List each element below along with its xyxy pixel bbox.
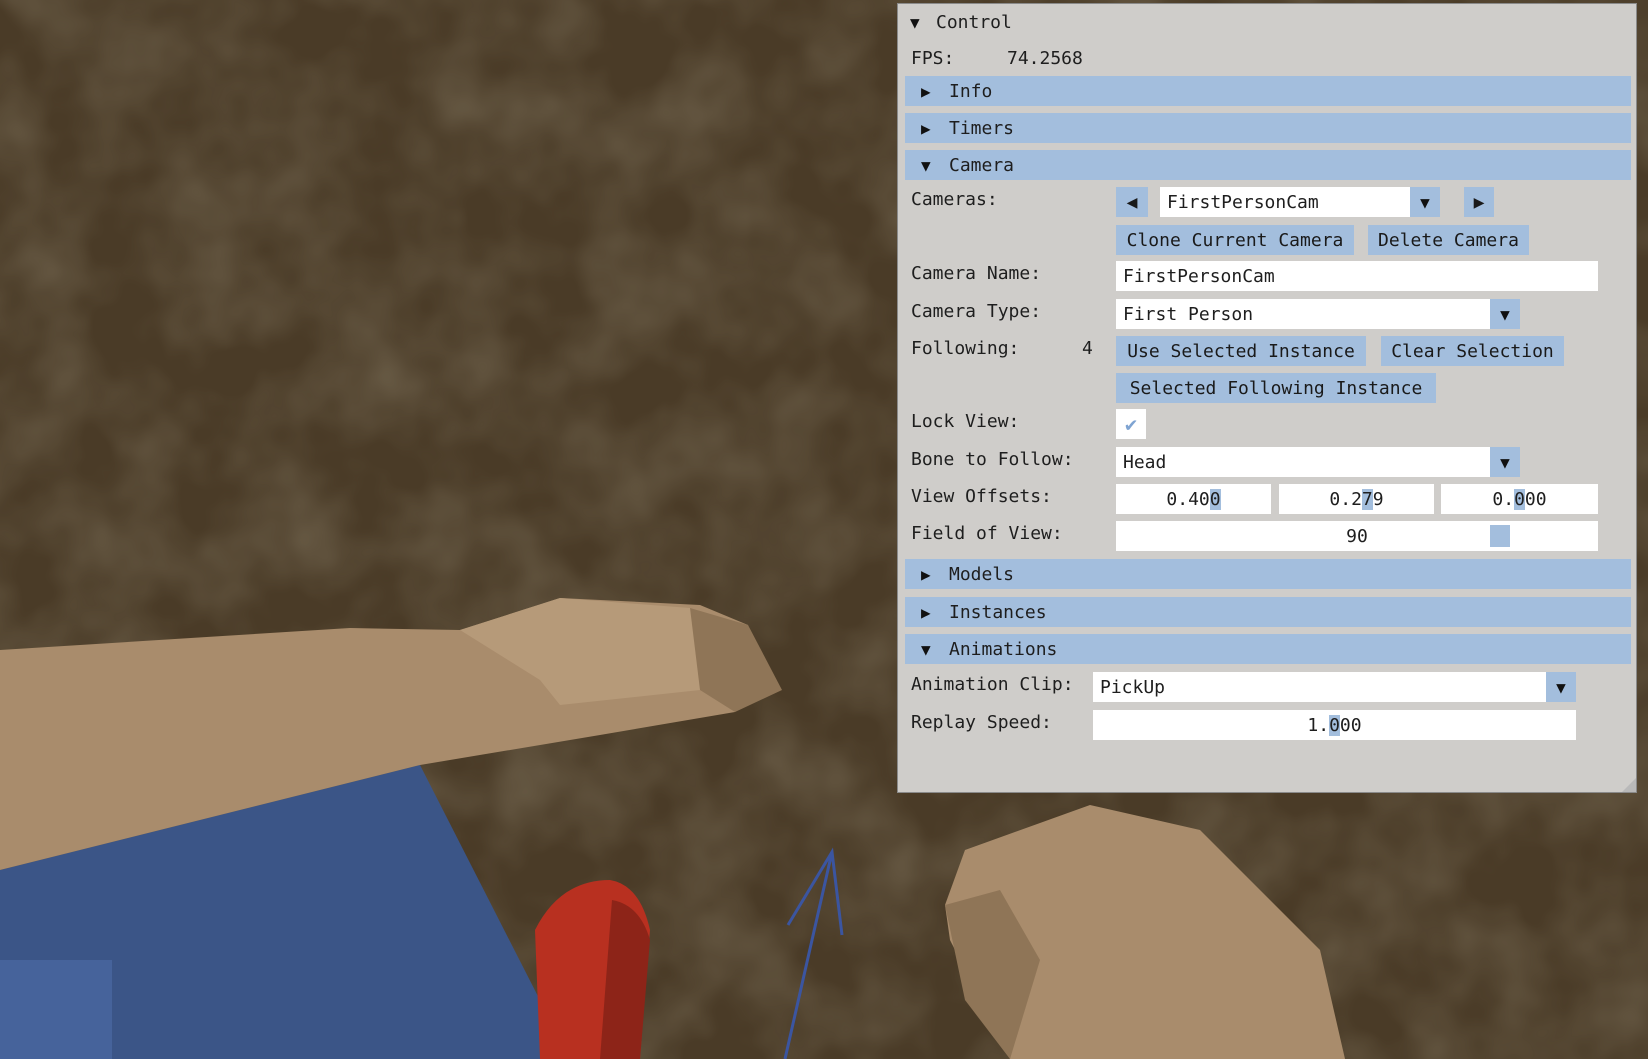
section-header-instances[interactable]: ▶ Instances: [905, 597, 1631, 627]
fps-value: 74.2568: [1007, 48, 1083, 69]
expanded-triangle-icon: ▼: [921, 639, 931, 659]
fov-value: 90: [1346, 525, 1368, 547]
chevron-down-icon: ▼: [1410, 187, 1440, 217]
field-of-view-label: Field of View:: [911, 523, 1063, 544]
text-cursor-highlight: 7: [1361, 488, 1373, 510]
resize-grip[interactable]: [1622, 778, 1636, 792]
camera-name-input[interactable]: FirstPersonCam: [1116, 261, 1598, 291]
arrow-right-icon: ▶: [1473, 191, 1485, 213]
section-title: Camera: [949, 154, 1015, 176]
window-title-bar[interactable]: ▼ Control: [898, 4, 1636, 40]
slider-grab-handle[interactable]: [1490, 525, 1510, 547]
collapse-triangle-icon[interactable]: ▼: [910, 13, 936, 32]
camera-type-select[interactable]: First Person ▼: [1116, 299, 1520, 329]
clear-selection-button[interactable]: Clear Selection: [1381, 336, 1564, 366]
offset-text: 9: [1372, 488, 1384, 510]
lock-view-label: Lock View:: [911, 411, 1020, 432]
lock-view-checkbox[interactable]: ✔: [1116, 409, 1146, 439]
section-title: Instances: [949, 601, 1047, 623]
camera-select[interactable]: FirstPersonCam ▼: [1160, 187, 1440, 217]
camera-type-label: Camera Type:: [911, 301, 1042, 322]
section-header-models[interactable]: ▶ Models: [905, 559, 1631, 589]
use-selected-instance-button[interactable]: Use Selected Instance: [1116, 336, 1366, 366]
chevron-down-icon: ▼: [1546, 672, 1576, 702]
fps-readout: FPS: 74.2568: [911, 48, 1083, 69]
section-title: Models: [949, 563, 1015, 585]
text-cursor-highlight: 0: [1329, 714, 1340, 736]
chevron-down-icon: ▼: [1490, 299, 1520, 329]
collapsed-triangle-icon: ▶: [921, 564, 931, 584]
section-header-animations[interactable]: ▼ Animations: [905, 634, 1631, 664]
chevron-down-icon: ▼: [1490, 447, 1520, 477]
camera-type-value: First Person: [1123, 303, 1254, 325]
offset-text: 0.: [1492, 488, 1515, 510]
text-cursor-highlight: 0: [1209, 488, 1221, 510]
section-header-camera[interactable]: ▼ Camera: [905, 150, 1631, 180]
collapsed-triangle-icon: ▶: [921, 602, 931, 622]
checkmark-icon: ✔: [1124, 412, 1138, 436]
animation-clip-value: PickUp: [1100, 676, 1166, 698]
field-of-view-slider[interactable]: 90: [1116, 521, 1598, 551]
control-window[interactable]: ▼ Control FPS: 74.2568 ▶ Info ▶ Timers ▼…: [897, 3, 1637, 793]
collapsed-triangle-icon: ▶: [921, 81, 931, 101]
window-title: Control: [936, 11, 1012, 33]
section-title: Animations: [949, 638, 1058, 660]
following-value: 4: [1082, 338, 1093, 359]
camera-name-label: Camera Name:: [911, 263, 1042, 284]
animation-clip-label: Animation Clip:: [911, 674, 1074, 695]
delete-camera-button[interactable]: Delete Camera: [1368, 225, 1529, 255]
collapsed-triangle-icon: ▶: [921, 118, 931, 138]
view-offset-x-input[interactable]: 0.40 0: [1116, 484, 1271, 514]
bone-to-follow-label: Bone to Follow:: [911, 449, 1074, 470]
view-offset-z-input[interactable]: 0. 0 00: [1441, 484, 1598, 514]
speed-text: 00: [1339, 714, 1362, 736]
replay-speed-input[interactable]: 1. 0 00: [1093, 710, 1576, 740]
previous-camera-button[interactable]: ◀: [1116, 187, 1148, 217]
cameras-label: Cameras:: [911, 189, 998, 210]
next-camera-button[interactable]: ▶: [1464, 187, 1494, 217]
following-label: Following:: [911, 338, 1020, 359]
view-offsets-label: View Offsets:: [911, 486, 1052, 507]
blue-block-face: [0, 960, 112, 1059]
selected-following-instance-button[interactable]: Selected Following Instance: [1116, 373, 1436, 403]
offset-text: 0.40: [1166, 488, 1210, 510]
arrow-left-icon: ◀: [1126, 191, 1138, 213]
offset-text: 0.2: [1329, 488, 1362, 510]
section-header-timers[interactable]: ▶ Timers: [905, 113, 1631, 143]
speed-text: 1.: [1307, 714, 1330, 736]
animation-clip-select[interactable]: PickUp ▼: [1093, 672, 1576, 702]
section-title: Info: [949, 80, 993, 102]
section-header-info[interactable]: ▶ Info: [905, 76, 1631, 106]
expanded-triangle-icon: ▼: [921, 155, 931, 175]
bone-select-value: Head: [1123, 451, 1167, 473]
text-cursor-highlight: 0: [1514, 488, 1525, 510]
view-offset-y-input[interactable]: 0.2 7 9: [1279, 484, 1434, 514]
replay-speed-label: Replay Speed:: [911, 712, 1052, 733]
bone-select[interactable]: Head ▼: [1116, 447, 1520, 477]
clone-camera-button[interactable]: Clone Current Camera: [1116, 225, 1354, 255]
section-title: Timers: [949, 117, 1015, 139]
camera-select-value: FirstPersonCam: [1167, 191, 1319, 213]
offset-text: 00: [1524, 488, 1547, 510]
fps-label: FPS:: [911, 48, 955, 69]
